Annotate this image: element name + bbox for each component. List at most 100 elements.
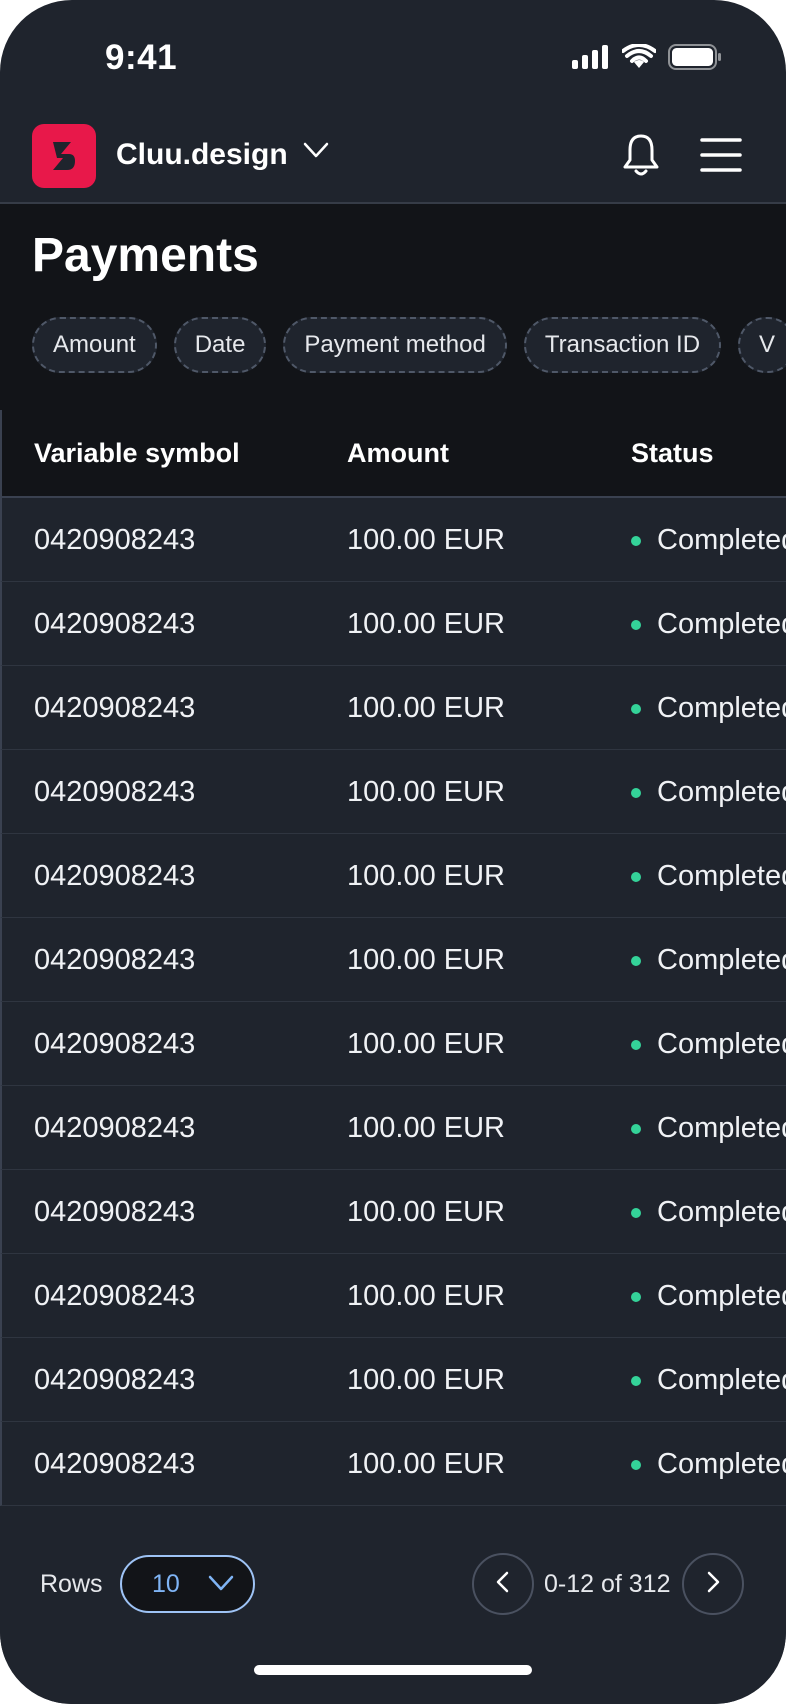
table-row[interactable]: 0420908243 100.00 EUR Completed (0, 666, 786, 750)
app-bar: Cluu.design (0, 118, 786, 204)
filter-chip-amount[interactable]: Amount (32, 317, 157, 373)
cell-amount: 100.00 EUR (347, 524, 505, 556)
column-header-variable-symbol[interactable]: Variable symbol (34, 438, 240, 469)
status-dot-icon (631, 1207, 641, 1218)
status-label: Completed (657, 860, 786, 892)
cell-status: Completed (631, 524, 786, 557)
cell-status: Completed (631, 1448, 786, 1481)
status-label: Completed (657, 1280, 786, 1312)
table-row[interactable]: 0420908243 100.00 EUR Completed (0, 1086, 786, 1170)
cell-status: Completed (631, 608, 786, 641)
cell-status: Completed (631, 776, 786, 809)
status-dot-icon (631, 787, 641, 798)
menu-icon[interactable] (700, 136, 742, 179)
status-label: Completed (657, 776, 786, 808)
status-label: Completed (657, 1364, 786, 1396)
battery-icon (668, 44, 722, 75)
cell-variable-symbol: 0420908243 (34, 1112, 196, 1144)
status-dot-icon (631, 703, 641, 714)
filter-chip-more[interactable]: V (738, 317, 786, 373)
status-dot-icon (631, 535, 641, 546)
status-dot-icon (631, 1039, 641, 1050)
status-label: Completed (657, 692, 786, 724)
rows-per-page-value: 10 (152, 1569, 180, 1598)
cell-amount: 100.00 EUR (347, 944, 505, 976)
rows-per-page-select[interactable]: 10 (120, 1555, 255, 1613)
cell-variable-symbol: 0420908243 (34, 1448, 196, 1480)
next-page-button[interactable] (682, 1553, 744, 1615)
cell-status: Completed (631, 692, 786, 725)
logo-icon[interactable] (32, 124, 96, 188)
payments-table: Variable symbol Amount Status 0420908243… (0, 410, 786, 1506)
cell-variable-symbol: 0420908243 (34, 1280, 196, 1312)
cell-amount: 100.00 EUR (347, 1028, 505, 1060)
table-row[interactable]: 0420908243 100.00 EUR Completed (0, 1422, 786, 1506)
table-row[interactable]: 0420908243 100.00 EUR Completed (0, 1338, 786, 1422)
cell-status: Completed (631, 860, 786, 893)
status-dot-icon (631, 1459, 641, 1470)
table-row[interactable]: 0420908243 100.00 EUR Completed (0, 1002, 786, 1086)
cell-amount: 100.00 EUR (347, 776, 505, 808)
chevron-down-icon (208, 1570, 234, 1599)
status-icons (572, 43, 722, 75)
page-header: Payments Amount Date Payment method Tran… (0, 204, 786, 412)
filter-chips: Amount Date Payment method Transaction I… (32, 317, 786, 373)
pagination-info: 0-12 of 312 (544, 1570, 671, 1598)
rows-label: Rows (40, 1570, 103, 1598)
cell-amount: 100.00 EUR (347, 1112, 505, 1144)
table-row[interactable]: 0420908243 100.00 EUR Completed (0, 834, 786, 918)
status-label: Completed (657, 1028, 786, 1060)
table-row[interactable]: 0420908243 100.00 EUR Completed (0, 750, 786, 834)
column-header-status[interactable]: Status (631, 438, 714, 469)
column-header-amount[interactable]: Amount (347, 438, 449, 469)
table-row[interactable]: 0420908243 100.00 EUR Completed (0, 918, 786, 1002)
status-dot-icon (631, 1291, 641, 1302)
table-row[interactable]: 0420908243 100.00 EUR Completed (0, 1170, 786, 1254)
cell-amount: 100.00 EUR (347, 860, 505, 892)
filter-chip-transaction-id[interactable]: Transaction ID (523, 317, 722, 373)
status-dot-icon (631, 619, 641, 630)
cell-amount: 100.00 EUR (347, 1196, 505, 1228)
chevron-down-icon[interactable] (302, 140, 330, 165)
cell-amount: 100.00 EUR (347, 1364, 505, 1396)
status-bar: 9:41 (0, 0, 786, 118)
cell-amount: 100.00 EUR (347, 1448, 505, 1480)
home-indicator[interactable] (254, 1665, 532, 1675)
cell-variable-symbol: 0420908243 (34, 692, 196, 724)
table-row[interactable]: 0420908243 100.00 EUR Completed (0, 498, 786, 582)
chevron-right-icon (705, 1570, 721, 1599)
status-label: Completed (657, 1196, 786, 1228)
status-label: Completed (657, 524, 786, 556)
table-row[interactable]: 0420908243 100.00 EUR Completed (0, 582, 786, 666)
status-label: Completed (657, 608, 786, 640)
table-body: 0420908243 100.00 EUR Completed 0420908243 1… (0, 498, 786, 1506)
cell-amount: 100.00 EUR (347, 692, 505, 724)
cell-variable-symbol: 0420908243 (34, 1028, 196, 1060)
cell-variable-symbol: 0420908243 (34, 860, 196, 892)
filter-chip-payment-method[interactable]: Payment method (283, 317, 507, 373)
wifi-icon (621, 43, 657, 75)
signal-icon (572, 45, 610, 74)
status-label: Completed (657, 1112, 786, 1144)
cell-variable-symbol: 0420908243 (34, 1196, 196, 1228)
phone-screen: 9:41 Cluu.design Payments Amount Date Pa… (0, 0, 786, 1704)
status-dot-icon (631, 955, 641, 966)
status-time: 9:41 (105, 38, 178, 77)
pagination-footer: Rows 10 0-12 of 312 (0, 1530, 786, 1704)
previous-page-button[interactable] (472, 1553, 534, 1615)
table-header: Variable symbol Amount Status (0, 410, 786, 498)
cell-status: Completed (631, 944, 786, 977)
status-dot-icon (631, 871, 641, 882)
status-dot-icon (631, 1123, 641, 1134)
cell-status: Completed (631, 1280, 786, 1313)
cell-amount: 100.00 EUR (347, 608, 505, 640)
page-title: Payments (32, 229, 259, 282)
cell-amount: 100.00 EUR (347, 1280, 505, 1312)
bell-icon[interactable] (622, 132, 660, 183)
workspace-name[interactable]: Cluu.design (116, 138, 288, 172)
filter-chip-date[interactable]: Date (173, 317, 267, 373)
cell-variable-symbol: 0420908243 (34, 944, 196, 976)
cell-status: Completed (631, 1364, 786, 1397)
table-row[interactable]: 0420908243 100.00 EUR Completed (0, 1254, 786, 1338)
status-dot-icon (631, 1375, 641, 1386)
